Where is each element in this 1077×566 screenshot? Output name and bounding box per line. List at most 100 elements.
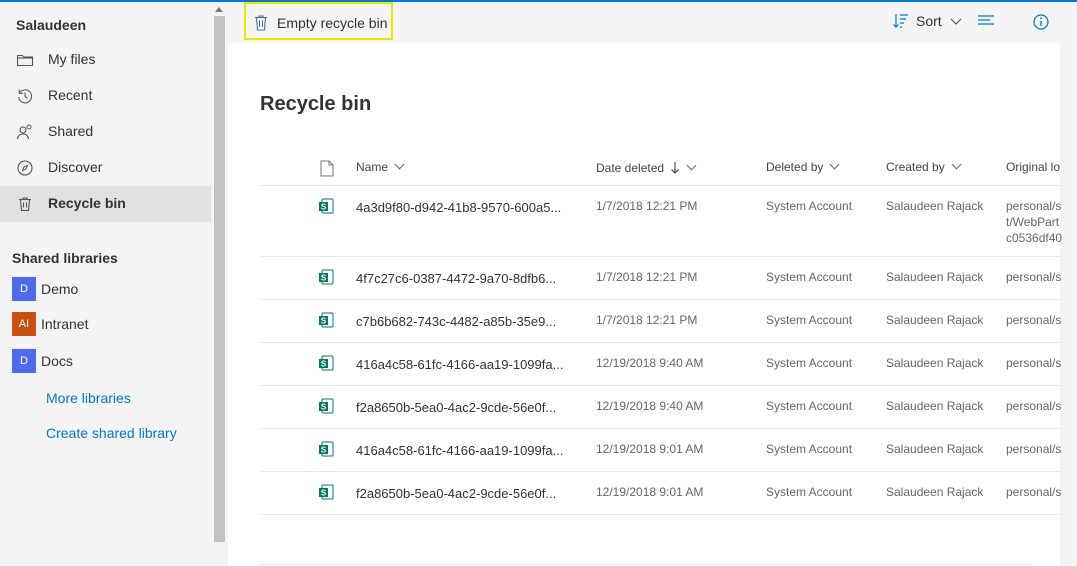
row-name[interactable]: 416a4c58-61fc-4166-aa19-1099fa... — [356, 443, 563, 458]
row-divider — [260, 514, 1060, 515]
table-row[interactable]: S 4a3d9f80-d942-41b8-9570-600a5... 1/7/201… — [260, 186, 1063, 257]
column-header-name[interactable]: Name — [356, 159, 405, 174]
svg-text:S: S — [321, 274, 327, 283]
table-row[interactable]: S 416a4c58-61fc-4166-aa19-1099fa... 12/19/… — [260, 429, 1062, 472]
nav-recent[interactable]: Recent — [0, 78, 211, 114]
row-name[interactable]: 416a4c58-61fc-4166-aa19-1099fa... — [356, 357, 563, 372]
folder-icon — [16, 54, 34, 67]
row-date-deleted: 12/19/2018 9:40 AM — [596, 356, 704, 370]
row-date-deleted: 12/19/2018 9:01 AM — [596, 442, 704, 456]
nav-label: Shared — [48, 123, 94, 139]
nav-recycle-bin[interactable]: Recycle bin — [0, 186, 211, 222]
row-name[interactable]: f2a8650b-5ea0-4ac2-9cde-56e0f... — [356, 400, 556, 415]
column-header-label: Deleted by — [766, 160, 824, 174]
nav-label: Discover — [48, 159, 103, 175]
more-libraries-link[interactable]: More libraries — [46, 390, 131, 406]
svg-text:S: S — [321, 446, 327, 455]
row-original-location: personal/s — [1006, 270, 1062, 284]
row-name[interactable]: 4f7c27c6-0387-4472-9a70-8dfb6... — [356, 271, 556, 286]
chevron-down-icon — [686, 160, 697, 171]
sharepoint-file-icon: S — [319, 198, 334, 214]
sort-button[interactable]: Sort — [892, 12, 964, 32]
library-label: Intranet — [41, 316, 89, 332]
row-created-by: Salaudeen Rajack — [886, 313, 984, 327]
nav-label: Recent — [48, 87, 93, 103]
nav-shared[interactable]: Shared — [0, 114, 211, 150]
row-original-location: personal/s — [1006, 199, 1062, 213]
row-name[interactable]: 4a3d9f80-d942-41b8-9570-600a5... — [356, 200, 561, 215]
row-created-by: Salaudeen Rajack — [886, 270, 984, 284]
row-deleted-by: System Account — [766, 399, 853, 413]
row-deleted-by: System Account — [766, 356, 853, 370]
info-icon[interactable] — [1032, 13, 1050, 31]
chevron-down-icon — [950, 18, 962, 25]
row-original-location: personal/s — [1006, 442, 1062, 456]
empty-recycle-bin-label: Empty recycle bin — [277, 15, 388, 31]
sharepoint-file-icon: S — [319, 398, 334, 414]
sharepoint-file-icon: S — [319, 484, 334, 500]
row-date-deleted: 1/7/2018 12:21 PM — [596, 313, 698, 327]
empty-recycle-bin-button[interactable]: Empty recycle bin — [244, 2, 393, 40]
column-header-date-deleted[interactable]: Date deleted — [596, 160, 697, 175]
library-badge: AI — [12, 312, 36, 336]
table-row[interactable]: Sc7b6b682-743c-4482-a85b-35e9... 1/7/2018… — [260, 300, 1062, 343]
row-deleted-by: System Account — [766, 199, 853, 213]
chevron-down-icon — [829, 159, 840, 170]
column-header-label: Created by — [886, 160, 945, 174]
row-deleted-by: System Account — [766, 442, 853, 456]
row-original-location: personal/s — [1006, 356, 1062, 370]
sort-label: Sort — [916, 13, 942, 29]
sharepoint-file-icon: S — [319, 355, 334, 371]
left-navigation: Salaudeen My files Recent Shared Discove… — [0, 2, 228, 566]
library-badge: D — [12, 277, 36, 301]
shared-people-icon — [16, 124, 32, 140]
row-created-by: Salaudeen Rajack — [886, 199, 984, 213]
library-badge: D — [12, 349, 36, 373]
row-deleted-by: System Account — [766, 270, 853, 284]
library-label: Docs — [41, 353, 73, 369]
column-header-original-location[interactable]: Original lo — [1006, 160, 1060, 174]
row-deleted-by: System Account — [766, 313, 853, 327]
row-name[interactable]: c7b6b682-743c-4482-a85b-35e9... — [356, 314, 556, 329]
row-original-location: personal/s — [1006, 399, 1062, 413]
file-type-header-icon[interactable] — [320, 160, 334, 177]
history-icon — [18, 89, 33, 104]
shared-libraries-heading: Shared libraries — [12, 250, 118, 266]
scroll-up-arrow-icon[interactable] — [215, 7, 223, 12]
sharepoint-file-icon: S — [319, 269, 334, 285]
row-original-location: t/WebPart — [1006, 215, 1060, 229]
table-row[interactable]: S 416a4c58-61fc-4166-aa19-1099fa... 12/19/… — [260, 343, 1062, 386]
column-header-label: Name — [356, 160, 389, 174]
nav-discover[interactable]: Discover — [0, 150, 211, 186]
view-options-icon[interactable] — [977, 14, 995, 28]
column-header-created-by[interactable]: Created by — [886, 159, 962, 174]
row-original-location: personal/s — [1006, 313, 1062, 327]
sharepoint-file-icon: S — [319, 312, 334, 328]
table-row[interactable]: S 4f7c27c6-0387-4472-9a70-8dfb6... 1/7/201… — [260, 257, 1062, 300]
column-header-label: Original lo — [1006, 160, 1061, 174]
recycle-bin-icon — [255, 15, 267, 31]
row-date-deleted: 1/7/2018 12:21 PM — [596, 199, 698, 213]
library-label: Demo — [41, 281, 79, 297]
row-original-location: c0536df40 — [1006, 231, 1063, 245]
sort-icon — [893, 14, 908, 28]
row-date-deleted: 12/19/2018 9:01 AM — [596, 485, 704, 499]
row-name[interactable]: f2a8650b-5ea0-4ac2-9cde-56e0f... — [356, 486, 556, 501]
create-shared-library-link[interactable]: Create shared library — [46, 425, 177, 441]
row-created-by: Salaudeen Rajack — [886, 485, 984, 499]
table-row[interactable]: Sf2a8650b-5ea0-4ac2-9cde-56e0f... 12/19/2… — [260, 386, 1062, 429]
row-created-by: Salaudeen Rajack — [886, 442, 984, 456]
sort-descending-arrow-icon — [671, 162, 679, 174]
table-row[interactable]: Sf2a8650b-5ea0-4ac2-9cde-56e0f... 12/19/2… — [260, 472, 1062, 515]
row-date-deleted: 1/7/2018 12:21 PM — [596, 270, 698, 284]
list-bottom-divider — [258, 564, 1032, 565]
row-created-by: Salaudeen Rajack — [886, 399, 984, 413]
recycle-bin-icon — [19, 197, 31, 212]
svg-text:S: S — [321, 317, 327, 326]
row-original-location: personal/s — [1006, 485, 1062, 499]
column-header-deleted-by[interactable]: Deleted by — [766, 159, 840, 174]
sidebar-scroll-thumb[interactable] — [214, 16, 225, 542]
nav-my-files[interactable]: My files — [0, 42, 211, 78]
main-scrollbar[interactable] — [1060, 43, 1077, 566]
page-title: Recycle bin — [260, 93, 372, 115]
